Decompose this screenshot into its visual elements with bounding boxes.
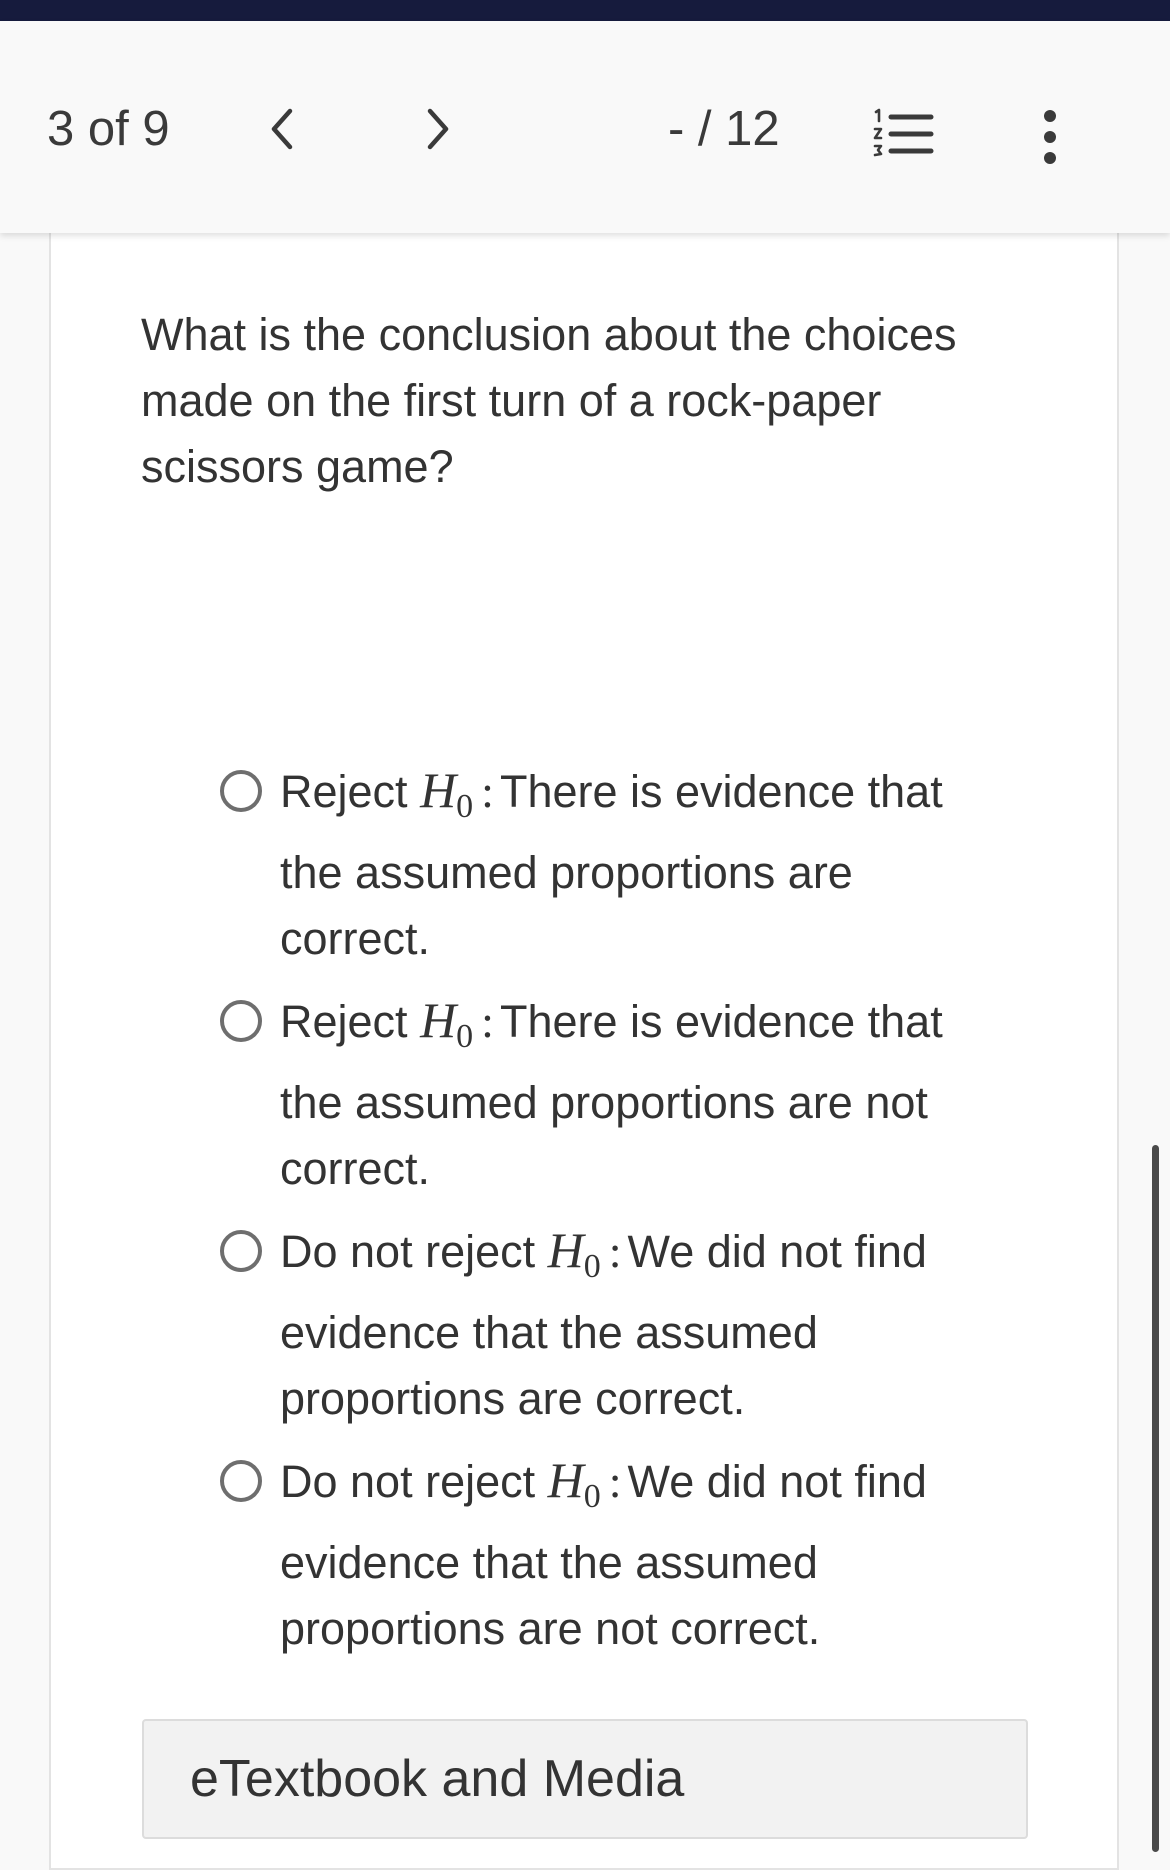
top-status-strip — [0, 0, 1170, 21]
more-options-button[interactable] — [1030, 105, 1070, 175]
option-prefix: Reject — [280, 996, 421, 1047]
option-colon: : — [481, 766, 494, 817]
question-text: What is the conclusion about the choices… — [141, 309, 957, 492]
answer-option-4[interactable]: Do not reject H0: We did not find evidenc… — [218, 1447, 958, 1662]
question-list-button[interactable] — [866, 101, 938, 173]
null-hypothesis-subscript: 0 — [456, 788, 474, 825]
null-hypothesis-symbol: H — [547, 1222, 584, 1278]
option-prefix: Do not reject — [280, 1456, 548, 1507]
null-hypothesis-subscript: 0 — [583, 1248, 601, 1285]
null-hypothesis-subscript: 0 — [583, 1478, 601, 1515]
next-question-button[interactable] — [408, 99, 468, 159]
answer-option-3[interactable]: Do not reject H0: We did not find evidenc… — [218, 1217, 958, 1432]
question-counter: 3 of 9 — [47, 102, 170, 156]
option-colon: : — [608, 1456, 622, 1507]
chevron-left-icon — [271, 108, 293, 150]
radio-button[interactable] — [220, 770, 262, 812]
previous-question-button[interactable] — [252, 99, 312, 159]
score-display: - / 12 — [668, 102, 780, 156]
option-prefix: Do not reject — [280, 1226, 548, 1277]
radio-button[interactable] — [220, 1000, 262, 1042]
answer-options: Reject H0: There is evidence that the ass… — [218, 757, 958, 1677]
null-hypothesis-symbol: H — [420, 992, 457, 1048]
etextbook-media-button[interactable]: eTextbook and Media — [142, 1719, 1028, 1839]
null-hypothesis-symbol: H — [420, 762, 457, 818]
null-hypothesis-symbol: H — [547, 1452, 584, 1508]
null-hypothesis-subscript: 0 — [456, 1018, 474, 1055]
option-colon: : — [481, 996, 494, 1047]
radio-button[interactable] — [220, 1460, 262, 1502]
answer-option-1[interactable]: Reject H0: There is evidence that the ass… — [218, 757, 958, 972]
radio-button[interactable] — [220, 1230, 262, 1272]
vertical-scrollbar[interactable] — [1152, 1145, 1159, 1852]
vertical-ellipsis-icon — [1044, 110, 1056, 164]
etextbook-media-label: eTextbook and Media — [190, 1750, 685, 1808]
numbered-list-icon — [873, 108, 934, 157]
answer-option-2[interactable]: Reject H0: There is evidence that the ass… — [218, 987, 958, 1202]
chevron-right-icon — [427, 108, 449, 150]
option-colon: : — [608, 1226, 622, 1277]
option-prefix: Reject — [280, 766, 421, 817]
question-header: 3 of 9 - / 12 — [0, 21, 1170, 233]
